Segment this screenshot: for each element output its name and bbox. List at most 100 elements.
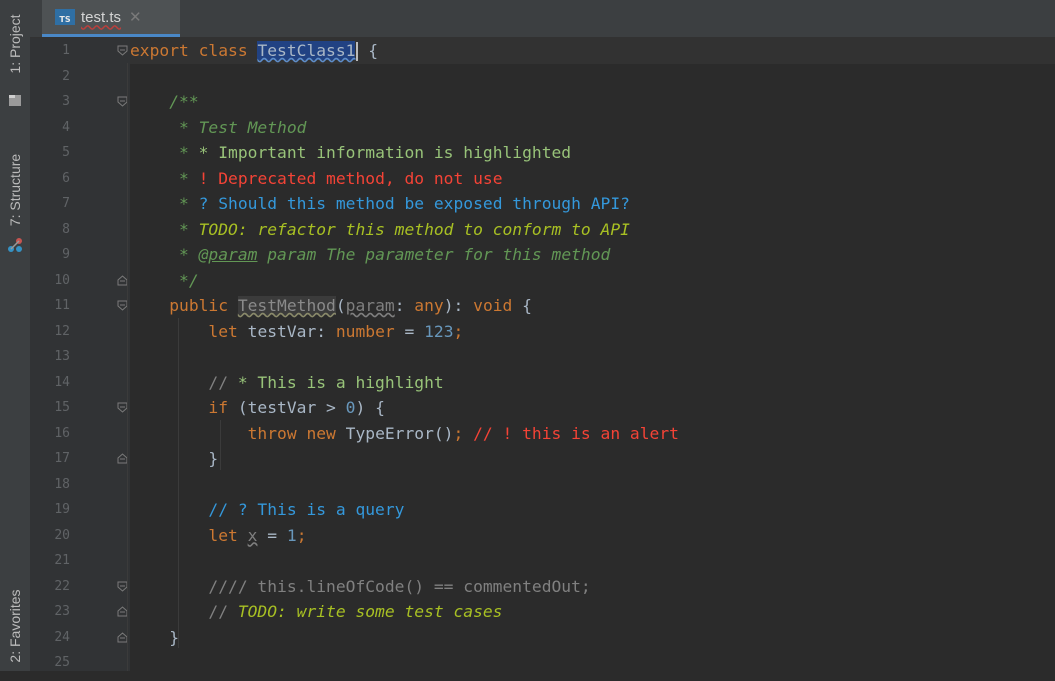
line-number: 23	[54, 604, 70, 619]
code-token: ! Deprecated method, do not use	[198, 168, 503, 188]
code-token: TypeError()	[345, 423, 454, 443]
line-number: 5	[62, 145, 70, 160]
code-line: let testVar: number = 123;	[130, 319, 463, 345]
line-number: 12	[54, 323, 70, 339]
code-token: {	[358, 41, 379, 60]
line-number: 19	[54, 502, 70, 517]
line-number: 2	[62, 68, 70, 84]
code-token: // ? This is a query	[130, 500, 405, 519]
line-number: 9	[62, 247, 70, 262]
code-line: * * Important information is highlighted	[130, 140, 571, 166]
line-number: 8	[62, 221, 70, 237]
code-token: public	[130, 296, 238, 315]
code-token: * Important information is highlighted	[198, 143, 572, 162]
code-token: number	[335, 321, 395, 341]
code-token: ;	[453, 321, 464, 341]
code-token: void	[473, 296, 513, 315]
project-icon[interactable]	[7, 93, 23, 109]
code-token: *	[130, 194, 199, 213]
code-token: * Test Method	[130, 117, 307, 137]
fold-open-icon[interactable]	[117, 45, 128, 56]
line-number: 15	[54, 400, 70, 415]
line-number: 16	[54, 425, 70, 441]
code-token: ? Should this method be exposed through …	[198, 194, 630, 213]
code-token: @param	[198, 245, 258, 264]
code-line: public TestMethod(param: any): void {	[130, 293, 532, 319]
line-number: 14	[54, 374, 70, 390]
code-line: // * This is a highlight	[130, 370, 444, 396]
code-line: * ! Deprecated method, do not use	[130, 166, 503, 192]
code-token: *	[130, 168, 199, 188]
code-token: TestMethod	[237, 296, 336, 315]
line-number: 20	[54, 527, 70, 543]
code-line: }	[130, 446, 218, 472]
code-token: =	[394, 321, 425, 341]
line-number: 6	[62, 170, 70, 186]
code-token: TODO: refactor this method to conform to…	[198, 219, 630, 239]
line-number: 11	[54, 298, 70, 313]
code-line: * @param param The parameter for this me…	[130, 242, 610, 268]
code-token: throw new	[130, 423, 346, 443]
indent-guide	[127, 63, 128, 671]
code-token: *	[130, 219, 199, 239]
code-line: */	[130, 268, 199, 294]
code-token: TODO: write some test cases	[237, 602, 503, 621]
tool-window-strip: 1: Project 7: Structure 2: Favorites	[0, 0, 31, 671]
code-line: }	[130, 625, 179, 651]
close-icon[interactable]: ✕	[129, 8, 142, 26]
editor-tab-bar: TS test.ts ✕	[30, 0, 1055, 38]
line-number: 13	[54, 349, 70, 364]
structure-tool-button[interactable]: 7: Structure	[4, 135, 26, 245]
code-token: ;	[453, 423, 474, 443]
line-number: 7	[62, 196, 70, 211]
code-token: ;	[296, 525, 307, 545]
code-token: // ! this is an alert	[473, 423, 679, 443]
structure-icon[interactable]	[7, 237, 23, 253]
code-token: //// this.lineOfCode() == commentedOut;	[130, 576, 591, 596]
tab-filename: test.ts	[81, 8, 122, 26]
line-number: 22	[54, 578, 70, 594]
code-line: throw new TypeError(); // ! this is an a…	[130, 421, 679, 447]
code-token: TestClass1	[257, 41, 356, 60]
code-token: testVar:	[247, 321, 336, 341]
code-token: param	[345, 296, 395, 315]
code-editor[interactable]: export class TestClass1 { /** * Test Met…	[127, 38, 1055, 671]
code-line: let x = 1;	[130, 523, 307, 549]
typescript-file-icon: TS	[55, 9, 75, 25]
line-number: 17	[54, 451, 70, 466]
code-line: * TODO: refactor this method to conform …	[130, 217, 630, 243]
code-token: //	[130, 372, 238, 392]
tab-test-ts[interactable]: TS test.ts ✕	[42, 0, 180, 37]
code-token: =	[257, 525, 287, 545]
code-line: //// this.lineOfCode() == commentedOut;	[130, 574, 591, 600]
line-number: 21	[54, 553, 70, 568]
code-line: // ? This is a query	[130, 497, 404, 523]
code-token: }	[130, 627, 180, 647]
project-tool-button[interactable]: 1: Project	[4, 0, 26, 99]
line-number: 4	[62, 119, 70, 135]
line-number: 24	[54, 629, 70, 645]
code-token: if	[130, 398, 238, 417]
code-token: (	[335, 296, 346, 315]
code-token: *	[130, 245, 199, 264]
line-number-gutter[interactable]: 1 2 3 4 5 6 7 8 9 10 11 12 13 14 15 16 17 18 19 20 21 22 23 24 2…	[30, 38, 130, 671]
code-token: */	[130, 270, 199, 290]
code-token: :	[394, 296, 415, 315]
code-token: 123	[424, 321, 454, 341]
code-token: let	[130, 525, 248, 545]
code-line: if (testVar > 0) {	[130, 395, 384, 421]
favorites-tool-button[interactable]: 2: Favorites	[4, 571, 26, 681]
code-token: export class	[130, 41, 258, 60]
line-number: 18	[54, 476, 70, 492]
code-line: * Test Method	[130, 115, 306, 141]
code-line: export class TestClass1 {	[130, 38, 378, 64]
code-line: // TODO: write some test cases	[130, 599, 503, 625]
code-token: (testVar >	[237, 398, 346, 417]
code-token: any	[414, 296, 444, 315]
code-token: * This is a highlight	[237, 372, 444, 392]
line-number: 1	[62, 43, 70, 58]
code-token: //	[130, 602, 238, 621]
code-token: x	[247, 525, 258, 545]
code-token: let	[130, 321, 248, 341]
code-line: * ? Should this method be exposed throug…	[130, 191, 630, 217]
